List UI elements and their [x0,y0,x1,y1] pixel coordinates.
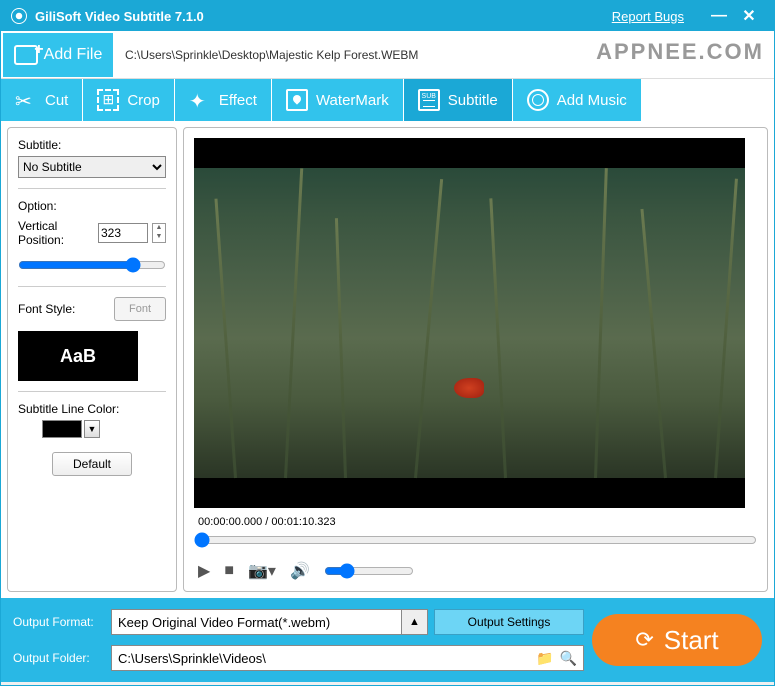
scrubber[interactable] [194,532,757,548]
vertical-position-spinner[interactable]: ▲▼ [152,223,166,243]
font-button[interactable]: Font [114,297,166,321]
volume-icon[interactable]: 🔊 [290,561,310,581]
report-bugs-link[interactable]: Report Bugs [612,9,684,24]
tab-effect[interactable]: Effect [175,79,271,121]
close-button[interactable]: ✕ [734,6,764,26]
effect-icon [189,89,211,111]
watermark-text: APPNEE.COM [596,39,764,65]
tab-watermark[interactable]: WaterMark [272,79,403,121]
tabs: Cut Crop Effect WaterMark Subtitle Add M… [1,79,774,121]
output-folder-value: C:\Users\Sprinkle\Videos\ [118,651,266,666]
output-folder-input[interactable]: C:\Users\Sprinkle\Videos\ 📁 🔍 [111,645,584,671]
subtitle-label: Subtitle: [18,138,166,152]
option-label: Option: [18,199,166,213]
subtitle-icon [418,89,440,111]
volume-slider[interactable] [324,563,414,579]
music-icon [527,89,549,111]
add-file-button[interactable]: Add File [3,33,113,77]
vertical-position-slider[interactable] [18,257,166,273]
add-file-icon [14,45,38,65]
tab-watermark-label: WaterMark [316,92,389,109]
play-button[interactable]: ▶ [198,561,210,581]
tab-music-label: Add Music [557,92,627,109]
stop-button[interactable]: ■ [224,562,234,580]
watermark-icon [286,89,308,111]
line-color-label: Subtitle Line Color: [18,402,166,416]
vertical-position-label: Vertical Position: [18,219,94,247]
sidebar: Subtitle: No Subtitle Option: Vertical P… [7,127,177,592]
app-title: GiliSoft Video Subtitle 7.1.0 [35,9,204,24]
tab-subtitle-label: Subtitle [448,92,498,109]
preview-panel: 00:00:00.000 / 00:01:10.323 ▶ ■ 📷▾ 🔊 [183,127,768,592]
output-folder-label: Output Folder: [13,651,103,665]
timecode: 00:00:00.000 / 00:01:10.323 [194,516,757,528]
tab-subtitle[interactable]: Subtitle [404,79,512,121]
refresh-icon: ⟳ [635,627,653,653]
snapshot-button[interactable]: 📷▾ [248,561,276,581]
output-format-select[interactable]: Keep Original Video Format(*.webm) [111,609,402,635]
line-color-dropdown[interactable]: ▼ [84,420,100,438]
playback-controls: ▶ ■ 📷▾ 🔊 [194,561,757,581]
scissors-icon [15,89,37,111]
minimize-button[interactable]: — [704,7,734,25]
add-file-label: Add File [44,46,103,64]
open-folder-icon[interactable]: 🔍 [560,650,577,667]
tab-crop[interactable]: Crop [83,79,174,121]
browse-folder-icon[interactable]: 📁 [536,650,553,667]
tab-cut-label: Cut [45,92,68,109]
crop-icon [97,89,119,111]
main-area: Subtitle: No Subtitle Option: Vertical P… [1,121,774,598]
vertical-position-input[interactable] [98,223,148,243]
start-label: Start [664,625,719,656]
spinner-up-icon[interactable]: ▲ [153,224,165,233]
default-button[interactable]: Default [52,452,132,476]
spinner-down-icon[interactable]: ▼ [153,233,165,242]
app-icon [11,8,27,24]
titlebar: GiliSoft Video Subtitle 7.1.0 Report Bug… [1,1,774,31]
output-format-label: Output Format: [13,615,103,629]
footer: Output Format: Keep Original Video Forma… [1,598,774,682]
output-settings-button[interactable]: Output Settings [434,609,584,635]
file-bar: Add File C:\Users\Sprinkle\Desktop\Majes… [1,31,774,79]
font-style-label: Font Style: [18,302,75,316]
start-button[interactable]: ⟳ Start [592,614,762,666]
tab-cut[interactable]: Cut [1,79,82,121]
subtitle-select[interactable]: No Subtitle [18,156,166,178]
line-color-swatch[interactable] [42,420,82,438]
output-format-dropdown[interactable]: ▲ [402,609,428,635]
font-preview: AaB [18,331,138,381]
tab-crop-label: Crop [127,92,160,109]
video-preview[interactable] [194,138,745,508]
tab-music[interactable]: Add Music [513,79,641,121]
tab-effect-label: Effect [219,92,257,109]
